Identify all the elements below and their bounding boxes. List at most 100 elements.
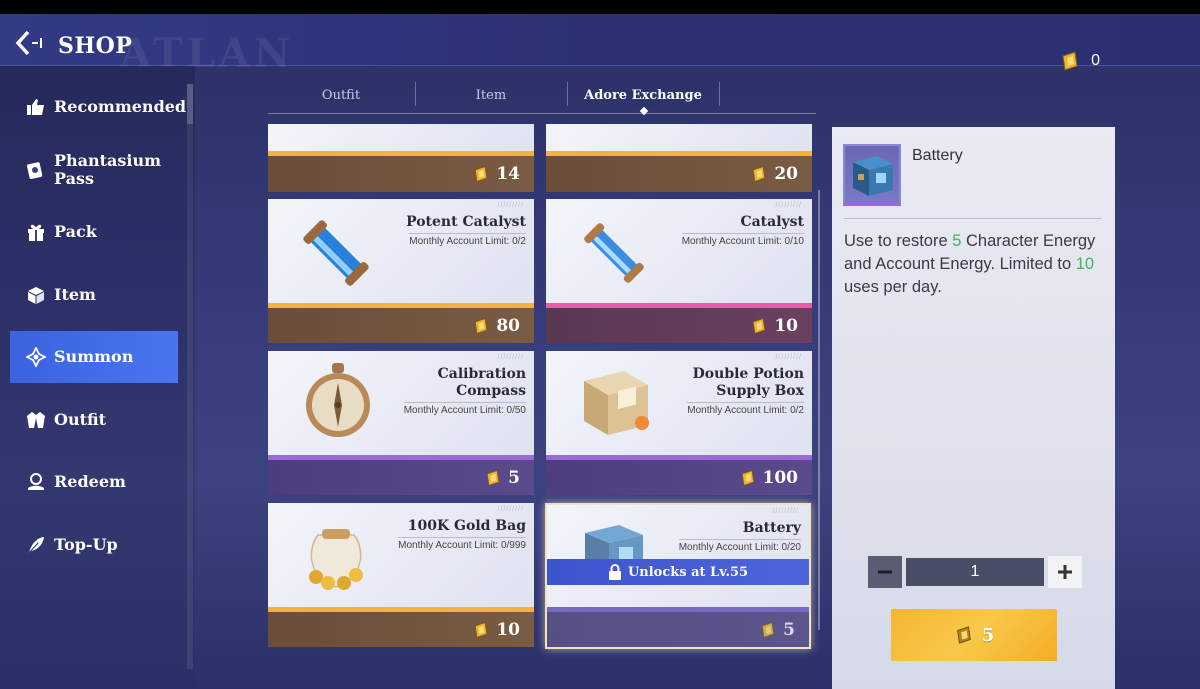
card-item-name: 100K Gold Bag bbox=[407, 518, 526, 534]
feather-icon bbox=[26, 535, 46, 555]
sidebar-item-label: Redeem bbox=[54, 472, 126, 491]
card-price: 14 bbox=[496, 164, 520, 184]
card-limit: Monthly Account Limit: 0/10 bbox=[681, 233, 804, 247]
sidebar-label-line1: Phantasium bbox=[54, 151, 162, 170]
card-price-bar: 14 bbox=[268, 156, 534, 192]
summon-icon bbox=[26, 347, 46, 367]
sidebar-label-line2: Pass bbox=[54, 169, 94, 188]
card-icon bbox=[26, 160, 46, 180]
card-price: 10 bbox=[496, 620, 520, 640]
card-price: 80 bbox=[496, 316, 520, 336]
detail-item-name: Battery bbox=[912, 147, 963, 164]
card-price: 20 bbox=[774, 164, 798, 184]
jacket-icon bbox=[26, 410, 46, 430]
card-item-name: Potent Catalyst bbox=[406, 214, 526, 230]
buy-price: 5 bbox=[981, 624, 995, 646]
card-price-bar: 10 bbox=[268, 612, 534, 647]
card-decoration: ///////// bbox=[497, 506, 524, 513]
sidebar-item-label: Summon bbox=[54, 347, 134, 366]
minus-icon bbox=[878, 570, 892, 574]
card-limit: Monthly Account Limit: 0/2 bbox=[687, 402, 804, 416]
card-price-bar: 5 bbox=[268, 460, 534, 495]
adore-token-icon bbox=[475, 622, 488, 638]
sidebar-item-summon[interactable]: Summon bbox=[10, 331, 178, 383]
sidebar-item-label: Phantasium Pass bbox=[54, 152, 161, 188]
decrease-quantity-button[interactable] bbox=[868, 556, 902, 588]
sidebar-item-top-up[interactable]: Top-Up bbox=[10, 519, 178, 571]
shop-card-double-potion-supply-box[interactable]: ///////// Double Potion Supply Box Month… bbox=[546, 351, 812, 495]
sidebar-item-label: Top-Up bbox=[54, 535, 118, 554]
card-price-bar: 80 bbox=[268, 308, 534, 343]
back-arrow-icon bbox=[15, 30, 42, 56]
sidebar-item-label: Item bbox=[54, 285, 96, 304]
card-item-name: Catalyst bbox=[740, 214, 804, 230]
adore-token-icon bbox=[753, 166, 766, 182]
page-title: SHOP bbox=[58, 33, 133, 59]
card-item-name: Double Potion Supply Box bbox=[693, 366, 804, 400]
quantity-stepper: 1 bbox=[868, 556, 1082, 588]
card-name-line1: Double Potion bbox=[692, 366, 804, 382]
catalyst-icon bbox=[584, 223, 644, 283]
grid-scrollbar[interactable] bbox=[818, 190, 820, 630]
buy-button[interactable]: 5 bbox=[891, 609, 1057, 661]
tab-outfit[interactable]: Outfit bbox=[268, 78, 414, 112]
sidebar-scrollbar[interactable] bbox=[187, 84, 193, 669]
card-decoration: ///////// bbox=[772, 508, 799, 515]
sidebar-item-label: Outfit bbox=[54, 410, 106, 429]
card-price: 5 bbox=[783, 620, 795, 640]
detail-description: Use to restore 5 Character Energy and Ac… bbox=[844, 230, 1106, 299]
shop-card[interactable]: 20 bbox=[546, 124, 812, 192]
card-item-name: Battery bbox=[742, 520, 801, 536]
tab-item[interactable]: Item bbox=[416, 78, 566, 112]
potent-catalyst-icon bbox=[303, 220, 369, 286]
sidebar-item-phantasium-pass[interactable]: Phantasium Pass bbox=[10, 144, 178, 196]
item-detail-panel: Battery Use to restore 5 Character Energ… bbox=[832, 127, 1115, 689]
shop-card-battery[interactable]: ///////// Battery Monthly Account Limit:… bbox=[545, 503, 811, 649]
sidebar: Recommended Phantasium Pass Pack Item Su… bbox=[0, 66, 195, 689]
sidebar-item-item[interactable]: Item bbox=[10, 269, 178, 321]
plus-icon bbox=[1058, 565, 1072, 579]
currency-count: 0 bbox=[1091, 52, 1100, 69]
gold-bag-icon bbox=[309, 529, 363, 590]
thumbs-up-icon bbox=[26, 97, 46, 117]
shop-card-potent-catalyst[interactable]: ///////// Potent Catalyst Monthly Accoun… bbox=[268, 199, 534, 343]
lock-text: Unlocks at Lv.55 bbox=[627, 564, 749, 580]
lock-icon bbox=[608, 564, 621, 580]
adore-token-icon bbox=[761, 622, 775, 638]
card-price-bar: 100 bbox=[546, 460, 812, 495]
sidebar-item-outfit[interactable]: Outfit bbox=[10, 394, 178, 446]
adore-token-icon bbox=[956, 626, 971, 644]
sidebar-item-redeem[interactable]: Redeem bbox=[10, 456, 178, 508]
gift-icon bbox=[26, 222, 46, 242]
battery-icon bbox=[853, 156, 893, 196]
card-decoration: ///////// bbox=[497, 354, 524, 361]
top-bar bbox=[0, 0, 1200, 14]
lock-banner: Unlocks at Lv.55 bbox=[547, 559, 809, 585]
shop-card-calibration-compass[interactable]: ///////// Calibration Compass Monthly Ac… bbox=[268, 351, 534, 495]
increase-quantity-button[interactable] bbox=[1048, 556, 1082, 588]
card-decoration: ///////// bbox=[497, 202, 524, 209]
shop-card-catalyst[interactable]: ///////// Catalyst Monthly Account Limit… bbox=[546, 199, 812, 343]
quantity-value[interactable]: 1 bbox=[906, 558, 1044, 586]
card-limit: Monthly Account Limit: 0/999 bbox=[398, 537, 526, 551]
sidebar-item-recommended[interactable]: Recommended bbox=[10, 81, 186, 133]
supply-box-icon bbox=[584, 371, 649, 435]
card-price-bar: 5 bbox=[547, 612, 809, 647]
compass-icon bbox=[306, 363, 370, 437]
card-price: 100 bbox=[762, 468, 799, 488]
card-decoration: ///////// bbox=[775, 202, 802, 209]
sidebar-item-pack[interactable]: Pack bbox=[10, 206, 178, 258]
shop-card[interactable]: 14 bbox=[268, 124, 534, 192]
card-price-bar: 10 bbox=[546, 308, 812, 343]
sidebar-item-label: Pack bbox=[54, 222, 97, 241]
adore-token-icon bbox=[475, 166, 488, 182]
card-limit: Monthly Account Limit: 0/50 bbox=[403, 402, 526, 416]
header: ATLAN SHOP 0 bbox=[0, 14, 1200, 77]
back-button[interactable] bbox=[12, 28, 52, 58]
detail-divider bbox=[844, 218, 1101, 219]
shop-card-100k-gold-bag[interactable]: ///////// 100K Gold Bag Monthly Account … bbox=[268, 503, 534, 647]
redeem-icon bbox=[26, 472, 46, 492]
sidebar-scroll-thumb[interactable] bbox=[187, 84, 193, 124]
card-limit: Monthly Account Limit: 0/2 bbox=[409, 233, 526, 247]
currency-display: 0 bbox=[1059, 50, 1100, 72]
